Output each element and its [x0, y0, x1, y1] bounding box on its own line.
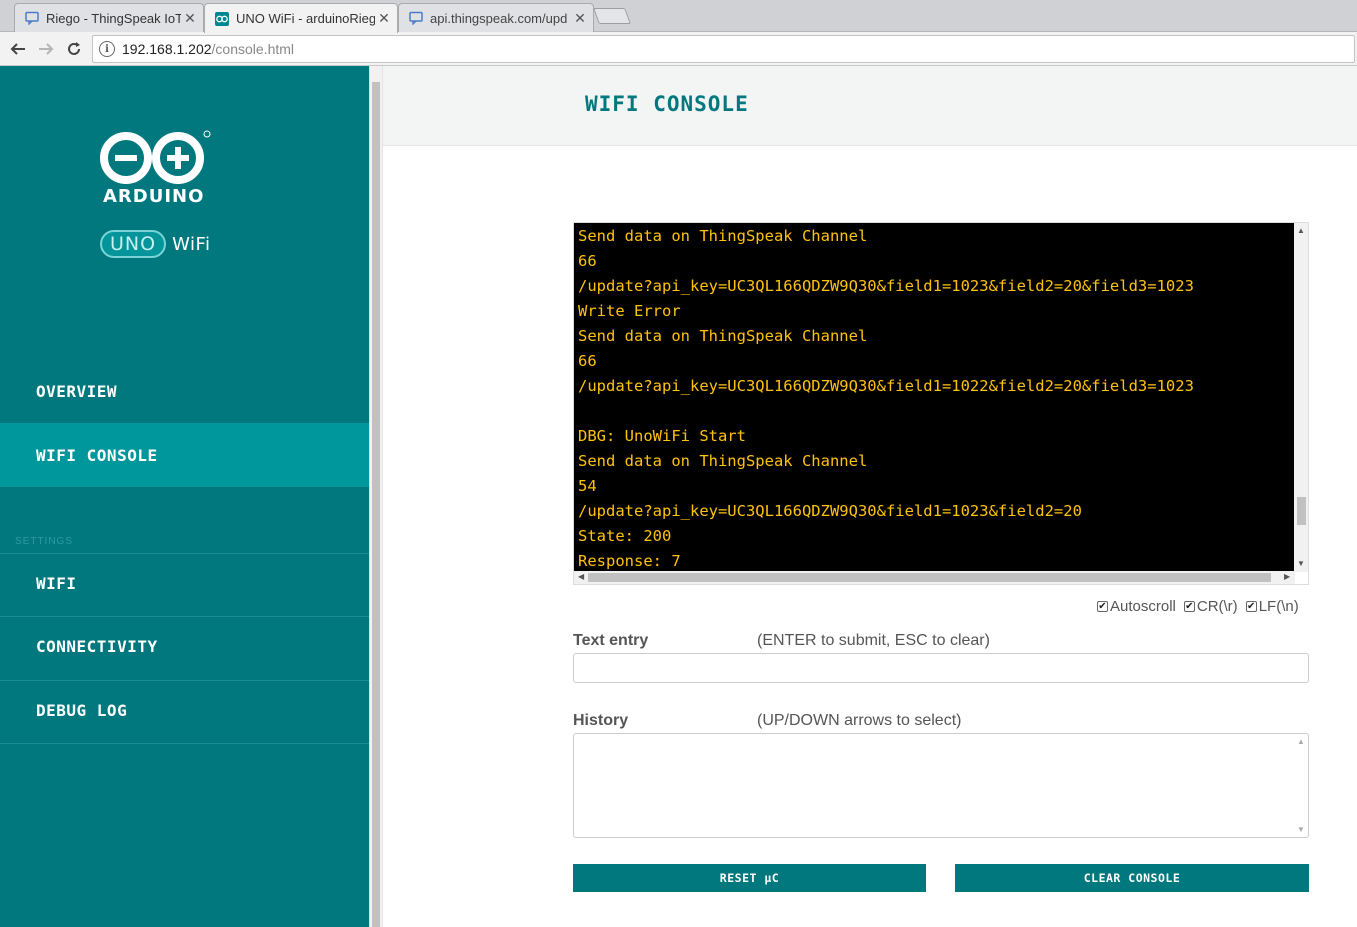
- console-line: 66: [578, 352, 597, 370]
- sidebar-item-debug-log[interactable]: DEBUG LOG: [0, 678, 369, 742]
- back-arrow-icon[interactable]: [7, 38, 29, 60]
- logo-wordmark: ARDUINO: [103, 186, 205, 207]
- scroll-down-arrow-icon[interactable]: ▼: [1297, 560, 1305, 568]
- url-path: /console.html: [211, 41, 295, 57]
- sidebar-item-wifi-console[interactable]: WIFI CONSOLE: [0, 423, 369, 487]
- sidebar: ARDUINO UNO WiFi OVERVIEW WIFI CONSOLE S…: [0, 66, 369, 927]
- uno-badge: UNO: [100, 230, 167, 258]
- arduino-icon: [215, 11, 229, 26]
- console-line: 54: [578, 477, 597, 495]
- console-line: 66: [578, 252, 597, 270]
- tab-close-icon[interactable]: ✕: [181, 10, 199, 27]
- checkbox-label: Autoscroll: [1110, 598, 1176, 615]
- sidebar-item-overview[interactable]: OVERVIEW: [0, 359, 369, 423]
- checkbox-label: CR(\r): [1196, 598, 1238, 615]
- console-line: Write Error: [578, 302, 681, 320]
- page-title: WIFI CONSOLE: [585, 92, 749, 116]
- divider: [0, 743, 369, 744]
- console-line: /update?api_key=UC3QL166QDZW9Q30&field1=…: [578, 277, 1194, 295]
- url-host: 192.168.1.202: [122, 41, 212, 57]
- reload-icon[interactable]: [63, 38, 85, 60]
- tab-title: Riego - ThingSpeak IoT: [46, 10, 181, 26]
- forward-arrow-icon[interactable]: [35, 38, 57, 60]
- cr-checkbox[interactable]: ✔ CR(\r): [1183, 598, 1238, 615]
- console-output[interactable]: Send data on ThingSpeak Channel 66/update…: [573, 222, 1309, 585]
- browser-tab-active[interactable]: UNO WiFi - arduinoRieg ✕: [204, 3, 398, 33]
- console-vertical-scrollbar[interactable]: ▲ ▼: [1294, 223, 1308, 572]
- scrollbar-thumb[interactable]: [1297, 497, 1306, 525]
- lf-checkbox[interactable]: ✔ LF(\n): [1245, 598, 1299, 615]
- scroll-right-arrow-icon[interactable]: ▶: [1284, 573, 1290, 581]
- history-hint: (UP/DOWN arrows to select): [757, 712, 962, 729]
- text-entry-hint: (ENTER to submit, ESC to clear): [757, 632, 990, 649]
- console-horizontal-scrollbar[interactable]: ◀ ▶: [574, 571, 1295, 584]
- reset-button[interactable]: RESET µC: [573, 864, 926, 892]
- console-line: State: 200: [578, 527, 672, 545]
- sidebar-item-label: WIFI: [36, 573, 77, 593]
- sidebar-scrollbar[interactable]: [369, 66, 383, 927]
- address-bar[interactable]: i 192.168.1.202/console.html: [92, 35, 1355, 63]
- text-entry-label: Text entry: [573, 632, 649, 649]
- checkmark-icon[interactable]: ✔: [1097, 601, 1108, 612]
- page-header: WIFI CONSOLE: [383, 66, 1357, 146]
- sidebar-item-label: WIFI CONSOLE: [36, 445, 158, 465]
- info-icon[interactable]: i: [99, 41, 115, 57]
- console-line: Send data on ThingSpeak Channel: [578, 452, 868, 470]
- checkmark-icon[interactable]: ✔: [1245, 601, 1257, 612]
- settings-section-label: SETTINGS: [15, 536, 74, 547]
- scroll-down-arrow-icon[interactable]: ▼: [1297, 826, 1305, 834]
- history-label: History: [573, 712, 629, 729]
- autoscroll-checkbox[interactable]: ✔ Autoscroll: [1097, 598, 1176, 615]
- console-screen: Send data on ThingSpeak Channel 66/update…: [574, 223, 1295, 572]
- console-line: /update?api_key=UC3QL166QDZW9Q30&field1=…: [578, 502, 1082, 520]
- arduino-logo-icon: [99, 130, 214, 190]
- chat-bubble-icon: [409, 11, 423, 25]
- sidebar-item-connectivity[interactable]: CONNECTIVITY: [0, 614, 369, 678]
- tab-close-icon[interactable]: ✕: [375, 10, 393, 27]
- sidebar-item-label: DEBUG LOG: [36, 700, 128, 720]
- scroll-left-arrow-icon[interactable]: ◀: [578, 573, 584, 581]
- sidebar-item-label: OVERVIEW: [36, 381, 118, 401]
- browser-tab[interactable]: Riego - ThingSpeak IoT ✕: [14, 3, 204, 32]
- text-entry-input[interactable]: [573, 653, 1309, 683]
- sidebar-item-wifi[interactable]: WIFI: [0, 551, 369, 615]
- console-line: Send data on ThingSpeak Channel: [578, 227, 868, 245]
- console-line: /update?api_key=UC3QL166QDZW9Q30&field1=…: [578, 377, 1194, 395]
- tab-title: api.thingspeak.com/upd: [430, 10, 568, 26]
- history-list[interactable]: ▲ ▼: [573, 733, 1309, 838]
- scroll-up-arrow-icon[interactable]: ▲: [1297, 227, 1305, 235]
- scroll-up-arrow-icon[interactable]: ▲: [1297, 738, 1305, 746]
- console-options: ✔ Autoscroll ✔ CR(\r) ✔ LF(\n): [1097, 598, 1299, 615]
- console-line: Response: 7: [578, 552, 681, 570]
- uno-wifi-brand: UNO WiFi: [100, 230, 211, 258]
- chat-bubble-icon: [25, 11, 39, 25]
- console-line: Send data on ThingSpeak Channel: [578, 327, 868, 345]
- scrollbar-thumb[interactable]: [588, 573, 1271, 582]
- wifi-brand-text: WiFi: [172, 233, 211, 255]
- console-line: DBG: UnoWiFi Start: [578, 427, 746, 445]
- tab-title: UNO WiFi - arduinoRieg: [236, 11, 375, 26]
- scrollbar-thumb[interactable]: [372, 82, 380, 927]
- clear-console-button[interactable]: CLEAR CONSOLE: [955, 864, 1309, 892]
- browser-tab[interactable]: api.thingspeak.com/upd ✕: [398, 3, 594, 32]
- browser-tab-bar: Riego - ThingSpeak IoT ✕ UNO WiFi - ardu…: [0, 0, 1357, 33]
- checkbox-label: LF(\n): [1258, 598, 1299, 615]
- new-tab-button[interactable]: [593, 8, 631, 24]
- sidebar-item-label: CONNECTIVITY: [36, 636, 158, 656]
- browser-toolbar: i 192.168.1.202/console.html: [0, 32, 1357, 66]
- checkmark-icon[interactable]: ✔: [1183, 601, 1195, 612]
- tab-close-icon[interactable]: ✕: [571, 10, 589, 27]
